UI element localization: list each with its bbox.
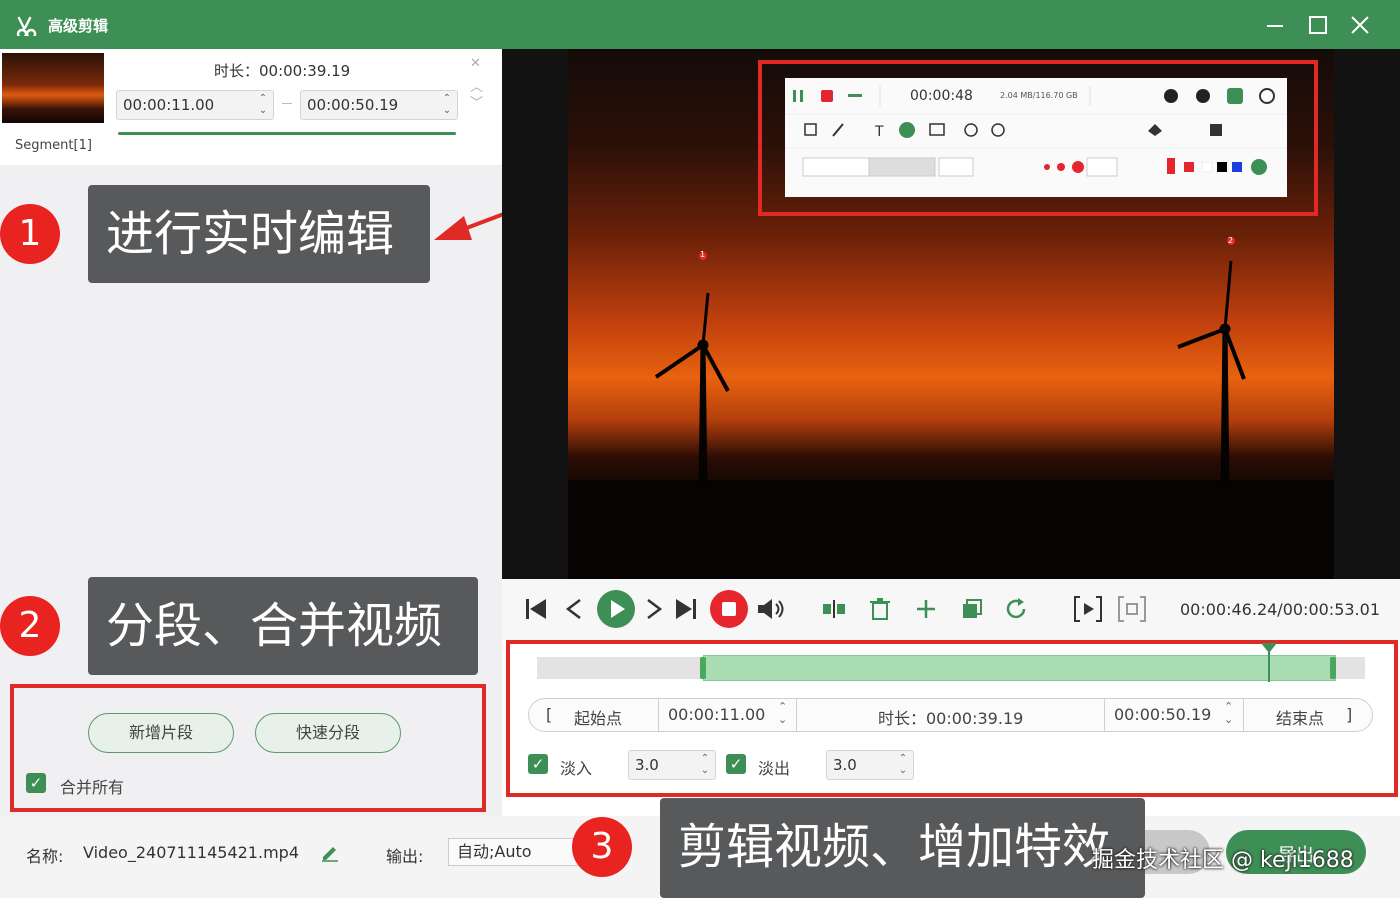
reset-icon[interactable] [1002,596,1030,622]
edit-name-icon[interactable] [320,842,340,862]
new-segment-button[interactable]: 新增片段 [88,713,234,753]
quick-split-button[interactable]: 快速分段 [255,713,401,753]
output-select[interactable]: 自动;Auto [448,838,588,866]
timeline-selection[interactable] [703,655,1336,681]
selection-start-handle[interactable] [700,657,706,679]
fade-out-field[interactable]: 3.0 ⌃ ⌄ [826,750,914,780]
stop-button[interactable] [710,590,748,628]
title-bar: 高级剪辑 [0,0,1400,49]
divider [1243,699,1244,731]
segment-duration: 时长：00:00:39.19 [214,62,351,80]
callout-realtime-edit: 进行实时编辑 [88,185,430,283]
output-filename: Video_240711145421.mp4 [83,843,299,862]
fade-out-checkbox[interactable]: ✓ [726,754,746,774]
fade-in-checkbox[interactable]: ✓ [528,754,548,774]
callout-number-3: 3 [572,817,632,877]
spinner-icon[interactable]: ⌃ ⌄ [257,93,269,117]
divider [796,699,797,731]
fade-out-value: 3.0 [833,756,857,774]
divider [1104,699,1105,731]
end-bracket: ] [1346,705,1353,724]
play-button[interactable] [597,590,635,628]
callout-number-2: 2 [0,596,60,656]
segment-end-field[interactable]: 00:00:50.19 ⌃ ⌄ [300,90,458,120]
copy-icon[interactable] [958,596,986,622]
window-title: 高级剪辑 [48,17,109,35]
segment-thumbnail[interactable] [2,53,104,123]
start-bracket: [ [546,705,553,724]
output-label: 输出: [386,847,424,866]
skip-to-start-icon[interactable] [524,596,552,622]
fade-in-value: 3.0 [635,756,659,774]
playhead[interactable] [1268,650,1270,682]
step-back-icon[interactable] [562,596,586,622]
set-end-button[interactable]: 结束点 [1276,705,1324,729]
watermark-text: 掘金技术社区 @ keji1688 [1092,848,1354,873]
player-time-readout: 00:00:46.24/00:00:53.01 [1180,600,1380,619]
add-icon[interactable] [912,596,940,622]
segment-end-value: 00:00:50.19 [307,96,399,114]
segment-label: Segment[1] [15,138,92,153]
set-start-button[interactable]: 起始点 [574,705,622,729]
merge-all-label: 合并所有 [60,778,125,797]
playhead-marker-icon[interactable] [1261,643,1277,653]
segment-start-field[interactable]: 00:00:11.00 ⌃ ⌄ [116,90,274,120]
volume-icon[interactable] [756,596,786,622]
start-time-field[interactable]: 00:00:11.00 [668,705,765,724]
segment-down-icon[interactable]: ﹀ [470,92,483,111]
preview-segment-icon[interactable] [1072,594,1104,624]
merge-all-checkbox[interactable]: ✓ [26,773,46,793]
step-forward-icon[interactable] [642,596,666,622]
end-time-field[interactable]: 00:00:50.19 [1114,705,1211,724]
range-dash [282,103,292,104]
divider [658,699,659,731]
callout-edit-effects: 剪辑视频、增加特效 [660,798,1145,898]
marker-1-label: 1 [700,250,706,259]
segment-close-icon[interactable]: ✕ [470,56,481,71]
segment-start-value: 00:00:11.00 [123,96,215,114]
minimize-icon[interactable] [1262,12,1288,38]
svg-text:T: T [874,124,884,140]
fade-out-label: 淡出 [758,759,791,778]
selection-end-handle[interactable] [1330,657,1336,679]
split-icon[interactable] [820,596,848,622]
maximize-icon[interactable] [1305,12,1331,38]
app-logo-icon [16,16,37,36]
spinner-icon[interactable]: ⌃ ⌄ [441,93,453,117]
delete-icon[interactable] [866,596,894,622]
recording-stats: 2.04 MB/116.70 GB [1000,91,1078,100]
marker-2-label: 2 [1228,236,1234,245]
fade-in-field[interactable]: 3.0 ⌃ ⌄ [628,750,716,780]
name-label: 名称: [26,847,64,866]
spinner-icon[interactable]: ⌃ ⌄ [897,753,909,777]
fullscreen-segment-icon[interactable] [1116,594,1148,624]
skip-to-end-icon[interactable] [672,596,700,622]
segment-progress-line [118,132,456,135]
close-icon[interactable] [1347,12,1373,38]
spinner-icon[interactable]: ⌃ ⌄ [699,753,711,777]
play-icon [611,600,625,618]
recording-time: 00:00:48 [910,88,973,104]
range-duration: 时长：00:00:39.19 [878,709,1024,728]
fade-in-label: 淡入 [560,759,593,778]
end-spinner-icon[interactable]: ⌃ ⌄ [1224,700,1233,726]
callout-number-1: 1 [0,204,60,264]
callout-split-merge: 分段、合并视频 [88,577,478,675]
stop-icon [722,602,736,616]
output-value: 自动;Auto [457,842,532,861]
start-spinner-icon[interactable]: ⌃ ⌄ [778,700,787,726]
